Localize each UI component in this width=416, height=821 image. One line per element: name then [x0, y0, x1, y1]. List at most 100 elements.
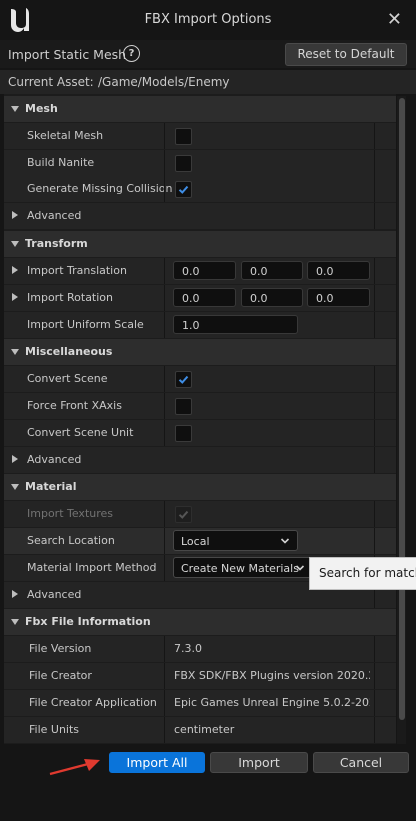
property-label: File Units: [29, 723, 80, 736]
checkmark-icon: [178, 185, 189, 194]
advanced-label: Advanced: [27, 209, 82, 222]
property-label: Convert Scene Unit: [27, 426, 134, 439]
current-asset-label: Current Asset:: [8, 75, 94, 89]
property-label: Search Location: [27, 534, 115, 547]
import-type-label: Import Static Mesh: [8, 47, 127, 62]
property-row-import-rotation: Import Rotation 0.0 0.0 0.0: [4, 285, 396, 311]
import-all-button[interactable]: Import All: [109, 752, 205, 773]
property-row-convert-scene: Convert Scene: [4, 366, 396, 392]
property-label: Convert Scene: [27, 372, 108, 385]
annotation-arrow-icon: [49, 759, 100, 776]
category-fbx-file-information[interactable]: Fbx File Information: [4, 609, 396, 635]
advanced-row-mesh[interactable]: Advanced: [4, 203, 396, 229]
generate-missing-collision-checkbox[interactable]: [175, 181, 192, 198]
title-bar: FBX Import Options ✕: [0, 0, 416, 40]
advanced-row-miscellaneous[interactable]: Advanced: [4, 447, 396, 473]
force-front-xaxis-checkbox[interactable]: [175, 398, 192, 415]
rotation-z-input[interactable]: 0.0: [307, 288, 370, 307]
import-header: Import Static Mesh ? Reset to Default: [0, 40, 416, 68]
translation-y-input[interactable]: 0.0: [241, 261, 303, 280]
property-row-import-translation: Import Translation 0.0 0.0 0.0: [4, 258, 396, 284]
category-transform[interactable]: Transform: [4, 231, 396, 257]
import-button[interactable]: Import: [210, 752, 308, 773]
collapse-arrow-icon[interactable]: [11, 241, 19, 247]
checkmark-icon: [178, 375, 189, 384]
property-row-import-textures: Import Textures: [4, 501, 396, 527]
rotation-x-input[interactable]: 0.0: [173, 288, 236, 307]
import-textures-checkbox: [175, 506, 192, 523]
category-title: Material: [25, 480, 77, 493]
property-label: Build Nanite: [27, 156, 95, 169]
property-label: Import Translation: [27, 264, 127, 277]
property-row-generate-missing-collision: Generate Missing Collision: [4, 176, 396, 202]
uniform-scale-input[interactable]: 1.0: [173, 315, 298, 334]
expand-arrow-icon[interactable]: [12, 266, 18, 274]
category-miscellaneous[interactable]: Miscellaneous: [4, 339, 396, 365]
search-location-dropdown[interactable]: Local: [173, 530, 298, 551]
category-title: Miscellaneous: [25, 345, 113, 358]
property-label: Skeletal Mesh: [27, 129, 104, 142]
property-label: Import Textures: [27, 507, 114, 520]
scrollbar-thumb[interactable]: [399, 98, 405, 720]
info-row-file-version: File Version 7.3.0: [4, 636, 396, 662]
details-panel: Mesh Skeletal Mesh Build Nanite Generate…: [4, 94, 396, 744]
collapse-arrow-icon[interactable]: [11, 484, 19, 490]
info-row-file-creator-application: File Creator Application Epic Games Unre…: [4, 690, 396, 716]
translation-x-input[interactable]: 0.0: [173, 261, 236, 280]
translation-z-input[interactable]: 0.0: [307, 261, 370, 280]
chevron-down-icon: [295, 565, 305, 571]
collapse-arrow-icon[interactable]: [11, 106, 19, 112]
tooltip: Search for matchi: [309, 557, 416, 590]
current-asset-bar: Current Asset: /Game/Models/Enemy: [0, 70, 416, 94]
property-label: Material Import Method: [27, 561, 157, 574]
collapse-arrow-icon[interactable]: [11, 349, 19, 355]
info-row-file-creator: File Creator FBX SDK/FBX Plugins version…: [4, 663, 396, 689]
convert-scene-checkbox[interactable]: [175, 371, 192, 388]
current-asset-path: /Game/Models/Enemy: [98, 75, 230, 89]
file-units-value: centimeter: [174, 723, 235, 736]
property-row-build-nanite: Build Nanite: [4, 150, 396, 176]
expand-arrow-icon[interactable]: [12, 293, 18, 301]
expand-arrow-icon[interactable]: [12, 455, 18, 463]
skeletal-mesh-checkbox[interactable]: [175, 128, 192, 145]
file-creator-application-value: Epic Games Unreal Engine 5.0.2-20280: [174, 696, 370, 709]
property-label: Force Front XAxis: [27, 399, 122, 412]
property-row-search-location: Search Location Local: [4, 528, 396, 554]
advanced-label: Advanced: [27, 588, 82, 601]
reset-to-default-button[interactable]: Reset to Default: [285, 43, 407, 66]
property-label: Import Uniform Scale: [27, 318, 144, 331]
rotation-y-input[interactable]: 0.0: [241, 288, 303, 307]
property-label: File Creator Application: [29, 696, 157, 709]
property-row-import-uniform-scale: Import Uniform Scale 1.0: [4, 312, 396, 338]
material-import-method-dropdown[interactable]: Create New Materials: [173, 557, 313, 578]
build-nanite-checkbox[interactable]: [175, 155, 192, 172]
property-row-force-front-xaxis: Force Front XAxis: [4, 393, 396, 419]
expand-arrow-icon[interactable]: [12, 590, 18, 598]
category-title: Fbx File Information: [25, 615, 151, 628]
cancel-button[interactable]: Cancel: [313, 752, 409, 773]
info-row-file-units: File Units centimeter: [4, 717, 396, 743]
property-label: File Version: [29, 642, 92, 655]
window-title: FBX Import Options: [144, 12, 272, 27]
checkmark-icon: [178, 510, 189, 519]
property-label: File Creator: [29, 669, 92, 682]
file-version-value: 7.3.0: [174, 642, 202, 655]
help-icon[interactable]: ?: [123, 45, 140, 62]
dropdown-value: Create New Materials: [181, 562, 299, 575]
property-row-skeletal-mesh: Skeletal Mesh: [4, 123, 396, 149]
dropdown-value: Local: [181, 535, 210, 548]
close-icon[interactable]: ✕: [387, 9, 402, 30]
file-creator-value: FBX SDK/FBX Plugins version 2020.2: [174, 669, 370, 682]
convert-scene-unit-checkbox[interactable]: [175, 425, 192, 442]
expand-arrow-icon[interactable]: [12, 211, 18, 219]
property-row-convert-scene-unit: Convert Scene Unit: [4, 420, 396, 446]
category-title: Mesh: [25, 102, 58, 115]
category-mesh[interactable]: Mesh: [4, 96, 396, 122]
collapse-arrow-icon[interactable]: [11, 619, 19, 625]
property-label: Generate Missing Collision: [27, 182, 173, 195]
property-label: Import Rotation: [27, 291, 114, 304]
category-title: Transform: [25, 237, 88, 250]
advanced-label: Advanced: [27, 453, 82, 466]
chevron-down-icon: [280, 538, 290, 544]
category-material[interactable]: Material: [4, 474, 396, 500]
